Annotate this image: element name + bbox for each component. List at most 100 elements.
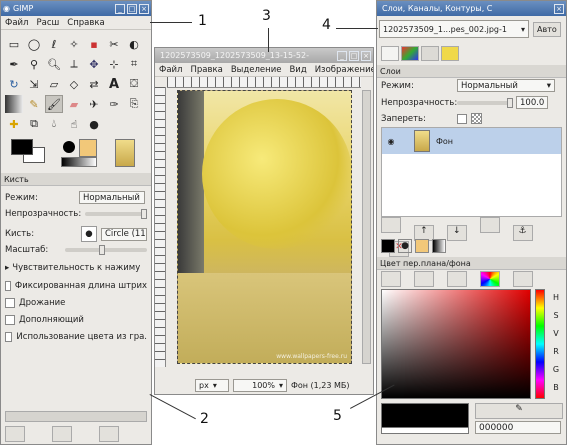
fixed-length-checkbox[interactable]	[5, 281, 11, 291]
rect-select-icon[interactable]: ▭	[5, 35, 23, 53]
active-pattern-preview[interactable]	[79, 139, 97, 157]
close-icon[interactable]: ×	[139, 3, 149, 14]
incremental-checkbox[interactable]	[5, 315, 15, 325]
image-minimize-icon[interactable]: _	[337, 50, 347, 61]
eraser-icon[interactable]: ▰	[65, 95, 83, 113]
channel-b[interactable]: B	[549, 379, 563, 397]
dock-titlebar[interactable]: Слои, Каналы, Контуры, С ×	[377, 1, 566, 16]
channel-s[interactable]: S	[549, 307, 563, 325]
duplicate-layer-button[interactable]	[479, 217, 500, 233]
brush-opacity-slider[interactable]	[85, 209, 147, 219]
new-layer-button[interactable]	[381, 217, 401, 233]
image-menu-select[interactable]: Выделение	[227, 65, 286, 75]
menu-extensions[interactable]: Расш	[32, 18, 63, 28]
watercolor-tab[interactable]	[512, 271, 533, 287]
tab-channels[interactable]	[401, 46, 419, 61]
image-maximize-icon[interactable]: □	[349, 50, 359, 61]
pressure-sensitivity-row[interactable]: ▸ Чувствительность к нажиму	[5, 263, 147, 273]
brush-mode-select[interactable]: Нормальный	[79, 191, 145, 204]
blend-icon[interactable]	[5, 95, 23, 113]
jitter-checkbox[interactable]	[5, 298, 15, 308]
color-picker-button[interactable]: ✎	[475, 403, 563, 419]
ellipse-select-icon[interactable]: ◯	[25, 35, 43, 53]
gradient-color-checkbox[interactable]	[5, 332, 13, 342]
unit-select[interactable]: px ▾	[195, 378, 229, 392]
color-square[interactable]	[381, 289, 531, 399]
picker-tab[interactable]	[446, 271, 467, 287]
layer-name[interactable]: Фон	[436, 137, 453, 146]
channel-g[interactable]: G	[549, 361, 563, 379]
brush-name-field[interactable]: Circle (11	[101, 227, 147, 241]
pattern-tab-icon[interactable]	[415, 239, 429, 253]
move-icon[interactable]: ✥	[85, 55, 103, 73]
image-menu-view[interactable]: Вид	[285, 65, 310, 75]
image-menu-edit[interactable]: Правка	[186, 65, 226, 75]
channel-v[interactable]: V	[549, 325, 563, 343]
blur-icon[interactable]: 💧︎	[45, 115, 63, 133]
option-fixed-length[interactable]: Фиксированная длина штрих	[5, 281, 147, 291]
active-brush-preview[interactable]	[63, 141, 75, 153]
option-incremental[interactable]: Дополняющий	[5, 315, 147, 325]
paths-icon[interactable]: ✒	[5, 55, 23, 73]
zoom-select[interactable]: 100% ▾	[233, 378, 287, 392]
delete-options-button[interactable]	[98, 426, 119, 442]
menu-file[interactable]: Файл	[1, 18, 32, 28]
lock-pixels-checkbox[interactable]	[457, 113, 467, 124]
clone-icon[interactable]: ⎘	[125, 95, 143, 113]
fuzzy-select-icon[interactable]: ✧	[65, 35, 83, 53]
brush-shape-icon[interactable]: ●	[81, 226, 97, 242]
fg-color-preview[interactable]	[381, 403, 469, 429]
menu-help[interactable]: Справка	[63, 18, 108, 28]
maximize-icon[interactable]: □	[127, 3, 137, 14]
scissors-icon[interactable]: ✂	[105, 35, 123, 53]
bg-color-preview[interactable]	[381, 427, 469, 434]
heal-icon[interactable]: ✚	[5, 115, 23, 133]
ink-icon[interactable]: ✑	[105, 95, 123, 113]
tab-layers[interactable]	[381, 46, 399, 61]
perspective-icon[interactable]: ◇	[65, 75, 83, 93]
image-titlebar[interactable]: 1202573509_1202573509_13-15-52- _ □ ×	[155, 48, 373, 63]
active-gradient-preview[interactable]	[61, 157, 97, 167]
gradient-tab-icon[interactable]	[432, 239, 446, 253]
measure-icon[interactable]: ⟂	[65, 55, 83, 73]
lock-alpha-icon[interactable]	[471, 113, 482, 124]
foreground-select-icon[interactable]: ◐	[125, 35, 143, 53]
restore-options-button[interactable]	[51, 426, 72, 442]
gimp-color-tab[interactable]	[381, 271, 401, 287]
brush-tab-icon[interactable]: ●	[398, 239, 412, 253]
hex-input[interactable]: 000000	[475, 421, 561, 434]
brush-scale-slider[interactable]	[65, 245, 147, 255]
image-menu-image[interactable]: Изображение	[311, 65, 373, 75]
lasso-icon[interactable]: ℓ	[45, 35, 63, 53]
toolbox-titlebar[interactable]: ◉ GIMP _ □ ×	[1, 1, 151, 16]
zoom-icon[interactable]: 🔍︎	[45, 55, 63, 73]
paintbrush-icon[interactable]: 🖌︎	[45, 95, 63, 113]
shear-icon[interactable]: ▱	[45, 75, 63, 93]
image-selector[interactable]: 1202573509_1...pes_002.jpg-1 ▾	[379, 20, 529, 38]
layer-opacity-field[interactable]: 100.0	[516, 96, 548, 109]
fg-bg-tab-icon[interactable]	[381, 239, 395, 253]
smudge-icon[interactable]: ☝	[65, 115, 83, 133]
rotate-icon[interactable]: ↻	[5, 75, 23, 93]
auto-button[interactable]: Авто	[533, 21, 561, 37]
cmyk-tab[interactable]	[413, 271, 434, 287]
foreground-color-swatch[interactable]	[11, 139, 33, 155]
horizontal-ruler[interactable]	[167, 77, 361, 88]
dodge-burn-icon[interactable]: ●	[85, 115, 103, 133]
channel-h[interactable]: Н	[549, 289, 563, 307]
active-image-thumbnail[interactable]	[115, 139, 135, 167]
image-canvas[interactable]: www.wallpapers-free.ru	[177, 90, 352, 364]
pencil-icon[interactable]: ✎	[25, 95, 43, 113]
layer-row[interactable]: ◉ Фон	[382, 128, 561, 154]
color-select-icon[interactable]: ▪	[85, 35, 103, 53]
save-options-button[interactable]	[5, 426, 25, 442]
text-icon[interactable]: A	[105, 75, 123, 93]
airbrush-icon[interactable]: ✈	[85, 95, 103, 113]
bucket-fill-icon[interactable]: ⛋	[125, 75, 143, 93]
color-picker-icon[interactable]: ⚲	[25, 55, 43, 73]
tab-paths[interactable]	[421, 46, 439, 61]
layer-mode-select[interactable]: Нормальный ▾	[457, 79, 555, 92]
image-vscrollbar[interactable]	[362, 90, 371, 364]
image-close-icon[interactable]: ×	[361, 50, 371, 61]
lower-layer-button[interactable]: ↓	[446, 225, 467, 241]
